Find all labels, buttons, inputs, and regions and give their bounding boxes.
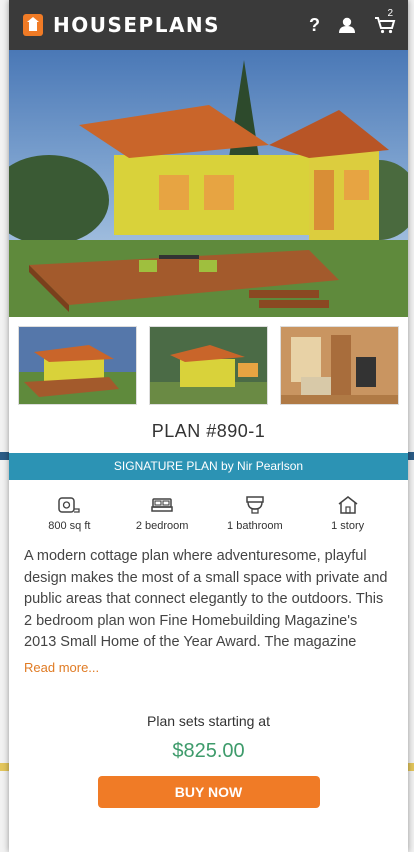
buy-now-button[interactable]: BUY NOW	[97, 776, 320, 808]
feature-stories: 1 story	[308, 496, 388, 532]
feature-bathrooms: 1 bathroom	[215, 496, 295, 532]
hero-image[interactable]	[9, 50, 408, 317]
tape-measure-icon	[58, 496, 81, 520]
thumbnail-interior-living[interactable]	[280, 326, 399, 405]
plan-detail-modal: HOUSEPLANS ? 2 PLAN #890-1 SIGNATURE PLA…	[9, 0, 408, 852]
thumbnail-strip	[9, 317, 408, 405]
price-intro: Plan sets starting at	[147, 713, 270, 729]
logo-house-icon[interactable]	[23, 14, 43, 36]
toilet-icon	[244, 496, 266, 520]
feature-bedrooms-label: 2 bedroom	[135, 520, 189, 532]
brand-name[interactable]: HOUSEPLANS	[53, 13, 220, 37]
house-outline-icon	[337, 496, 359, 520]
background-left-strip	[0, 0, 9, 852]
help-icon[interactable]: ?	[309, 15, 320, 36]
bed-icon	[151, 496, 173, 520]
price-value: $825.00	[172, 740, 245, 762]
topbar-actions: ? 2	[309, 8, 396, 36]
thumbnail-exterior-deck[interactable]	[18, 326, 137, 405]
top-bar: HOUSEPLANS ? 2	[9, 0, 408, 50]
plan-features: 800 sq ft 2 bedroom 1 bathroom 1 story	[9, 480, 408, 532]
plan-description: A modern cottage plan where adventuresom…	[24, 548, 388, 650]
cart-count-badge: 2	[387, 8, 393, 19]
feature-area-label: 800 sq ft	[48, 520, 91, 532]
thumbnail-exterior-side[interactable]	[149, 326, 268, 405]
signature-plan-banner: SIGNATURE PLAN by Nir Pearlson	[9, 453, 408, 480]
feature-area: 800 sq ft	[29, 496, 109, 532]
cart-button[interactable]: 2	[374, 8, 396, 34]
feature-bathrooms-label: 1 bathroom	[227, 520, 283, 532]
plan-title: PLAN #890-1	[151, 421, 266, 441]
feature-bedrooms: 2 bedroom	[122, 496, 202, 532]
user-icon[interactable]	[338, 17, 356, 33]
feature-stories-label: 1 story	[331, 520, 365, 532]
read-more-link[interactable]: Read more...	[24, 660, 408, 675]
